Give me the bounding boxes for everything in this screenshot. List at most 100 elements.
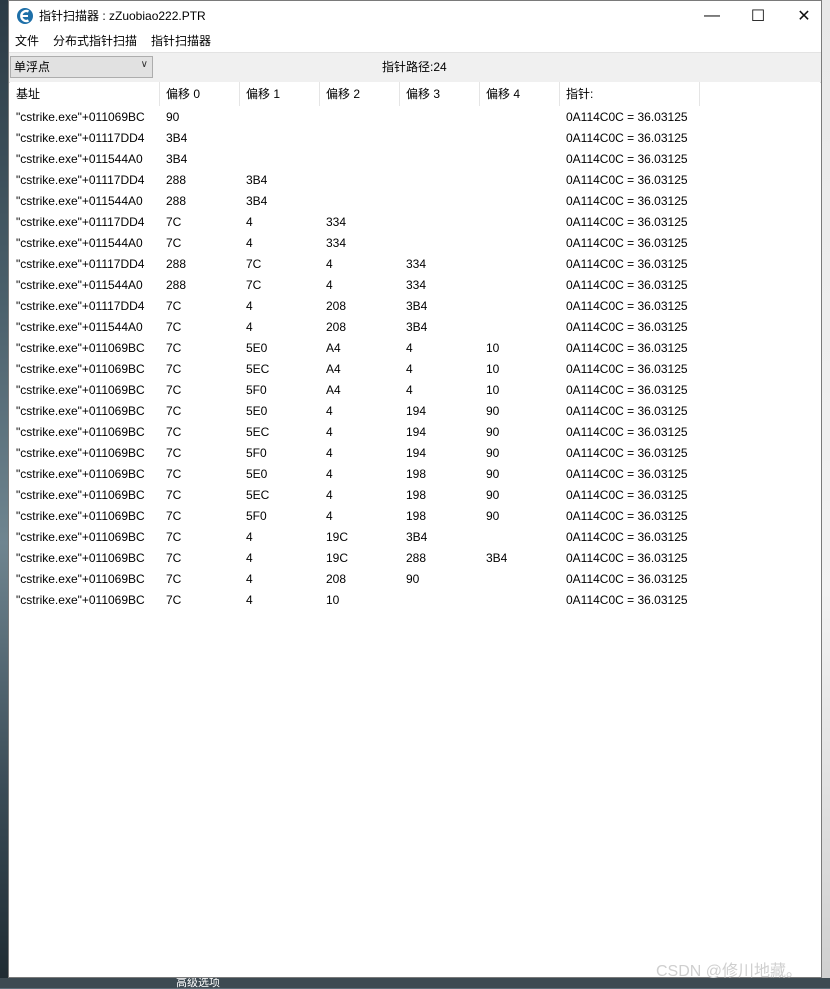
table-row[interactable]: "cstrike.exe"+011069BC 7C 5E0 4 198 90 0A114C0… [10,464,820,485]
menu-file[interactable]: 文件 [15,34,39,49]
table-row[interactable]: "cstrike.exe"+011069BC 7C 5EC 4 194 90 0A114C0… [10,422,820,443]
menu-distributed-pointer-scan[interactable]: 分布式指针扫描 [53,34,137,49]
cell-offset-4 [480,212,560,233]
value-type-select[interactable]: 单浮点 ∨ [10,56,153,78]
cell-pointer: 0A114C0C = 36.03125 [566,467,688,481]
window-title: 指针扫描器 : zZuobiao222.PTR [39,9,206,23]
cell-pointer: 0A114C0C = 36.03125 [566,593,688,607]
table-row[interactable]: "cstrike.exe"+011069BC 7C 4 19C 3B4 0A114C0C … [10,527,820,548]
table-row[interactable]: "cstrike.exe"+011544A0 7C 4 208 3B4 0A114C0C … [10,317,820,338]
cell-base-address: "cstrike.exe"+011069BC [16,110,145,124]
cell-offset-1: 5F0 [246,446,267,460]
cell-offset-4: 90 [486,404,500,418]
cell-offset-2: 10 [326,593,340,607]
cell-base-address: "cstrike.exe"+011544A0 [16,278,143,292]
cell-offset-0: 7C [166,215,182,229]
table-row[interactable]: "cstrike.exe"+011069BC 90 0A114C0C = 36.03… [10,107,820,128]
cell-pointer: 0A114C0C = 36.03125 [566,320,688,334]
cell-offset-4 [480,275,560,296]
cell-offset-0: 7C [166,236,182,250]
cell-offset-4: 3B4 [486,551,508,565]
cell-offset-3: 4 [406,362,413,376]
cell-offset-2: 4 [326,509,333,523]
menu-pointer-scanner[interactable]: 指针扫描器 [151,34,211,49]
table-row[interactable]: "cstrike.exe"+011069BC 7C 5EC A4 4 10 0A114C0C… [10,359,820,380]
cell-offset-3 [400,128,480,149]
column-header-offset-1[interactable]: 偏移 1 [240,82,320,106]
cell-offset-0: 7C [166,551,182,565]
table-row[interactable]: "cstrike.exe"+011544A0 3B4 0A114C0C = 36.0… [10,149,820,170]
close-button[interactable]: ✕ [781,1,827,31]
table-row[interactable]: "cstrike.exe"+011069BC 7C 4 19C 288 3B4 0A114C… [10,548,820,569]
cell-offset-2: 4 [326,257,333,271]
cell-pointer: 0A114C0C = 36.03125 [566,425,688,439]
cell-base-address: "cstrike.exe"+01117DD4 [16,299,145,313]
cell-offset-0: 7C [166,299,182,313]
cell-offset-2: 4 [326,404,333,418]
cell-base-address: "cstrike.exe"+011544A0 [16,236,143,250]
cell-offset-4 [480,254,560,275]
cell-offset-0: 7C [166,404,182,418]
chevron-down-icon: ∨ [140,59,148,70]
table-row[interactable]: "cstrike.exe"+011544A0 288 7C 4 334 0A114C0C … [10,275,820,296]
table-row[interactable]: "cstrike.exe"+01117DD4 288 7C 4 334 0A114C0C … [10,254,820,275]
cell-base-address: "cstrike.exe"+011069BC [16,530,145,544]
table-row[interactable]: "cstrike.exe"+011069BC 7C 4 208 90 0A114C0C =… [10,569,820,590]
cell-offset-3: 3B4 [406,530,428,544]
table-row[interactable]: "cstrike.exe"+011069BC 7C 5EC 4 198 90 0A114C0… [10,485,820,506]
cell-offset-4 [480,317,560,338]
cell-offset-3: 198 [406,509,427,523]
column-header-base-address[interactable]: 基址 [10,82,160,106]
table-row[interactable]: "cstrike.exe"+01117DD4 7C 4 334 0A114C0C = 3… [10,212,820,233]
table-row[interactable]: "cstrike.exe"+01117DD4 3B4 0A114C0C = 36.0… [10,128,820,149]
table-row[interactable]: "cstrike.exe"+011069BC 7C 5E0 4 194 90 0A114C0… [10,401,820,422]
cell-offset-2: 4 [326,488,333,502]
table-row[interactable]: "cstrike.exe"+011544A0 288 3B4 0A114C0C = 3… [10,191,820,212]
minimize-button[interactable]: — [689,1,735,31]
cell-pointer: 0A114C0C = 36.03125 [566,551,688,565]
cell-offset-4 [480,170,560,191]
maximize-button[interactable]: ☐ [735,1,781,31]
cell-base-address: "cstrike.exe"+011069BC [16,551,145,565]
cell-pointer: 0A114C0C = 36.03125 [566,173,688,187]
column-header-offset-2[interactable]: 偏移 2 [320,82,400,106]
menu-bar: 文件 分布式指针扫描 指针扫描器 [9,31,821,52]
title-bar[interactable]: 指针扫描器 : zZuobiao222.PTR — ☐ ✕ [9,1,821,31]
cell-offset-1: 7C [246,257,262,271]
cell-offset-3 [400,191,480,212]
table-row[interactable]: "cstrike.exe"+011069BC 7C 4 10 0A114C0C = 36… [10,590,820,611]
cell-offset-0: 7C [166,467,182,481]
table-row[interactable]: "cstrike.exe"+011069BC 7C 5F0 A4 4 10 0A114C0C… [10,380,820,401]
cell-offset-1: 5EC [246,488,270,502]
table-row[interactable]: "cstrike.exe"+01117DD4 7C 4 208 3B4 0A114C0C … [10,296,820,317]
column-header-offset-0[interactable]: 偏移 0 [160,82,240,106]
table-row[interactable]: "cstrike.exe"+01117DD4 288 3B4 0A114C0C = 3… [10,170,820,191]
cell-offset-0: 3B4 [166,152,188,166]
table-row[interactable]: "cstrike.exe"+011069BC 7C 5E0 A4 4 10 0A114C0C… [10,338,820,359]
cell-offset-1: 5F0 [246,383,267,397]
table-row[interactable]: "cstrike.exe"+011544A0 7C 4 334 0A114C0C = 3… [10,233,820,254]
cell-offset-1: 5E0 [246,341,268,355]
cell-offset-0: 7C [166,593,182,607]
cell-offset-1: 4 [246,530,253,544]
cell-offset-3: 3B4 [406,299,428,313]
table-row[interactable]: "cstrike.exe"+011069BC 7C 5F0 4 198 90 0A114C0… [10,506,820,527]
cell-offset-3: 194 [406,404,427,418]
cell-pointer: 0A114C0C = 36.03125 [566,278,688,292]
cell-offset-4 [480,107,560,128]
cell-offset-3: 198 [406,488,427,502]
cell-offset-4: 90 [486,488,500,502]
cell-base-address: "cstrike.exe"+011069BC [16,425,145,439]
table-row[interactable]: "cstrike.exe"+011069BC 7C 5F0 4 194 90 0A114C0… [10,443,820,464]
column-header-pointer[interactable]: 指针: [560,82,700,106]
cell-offset-3 [400,170,480,191]
cell-offset-1: 5F0 [246,509,267,523]
cell-offset-3 [400,107,480,128]
cell-offset-1: 3B4 [246,173,268,187]
cell-base-address: "cstrike.exe"+011069BC [16,467,145,481]
cell-offset-1: 4 [246,236,253,250]
cell-offset-4: 10 [486,341,500,355]
column-header-offset-3[interactable]: 偏移 3 [400,82,480,106]
column-header-offset-4[interactable]: 偏移 4 [480,82,560,106]
cell-pointer: 0A114C0C = 36.03125 [566,530,688,544]
